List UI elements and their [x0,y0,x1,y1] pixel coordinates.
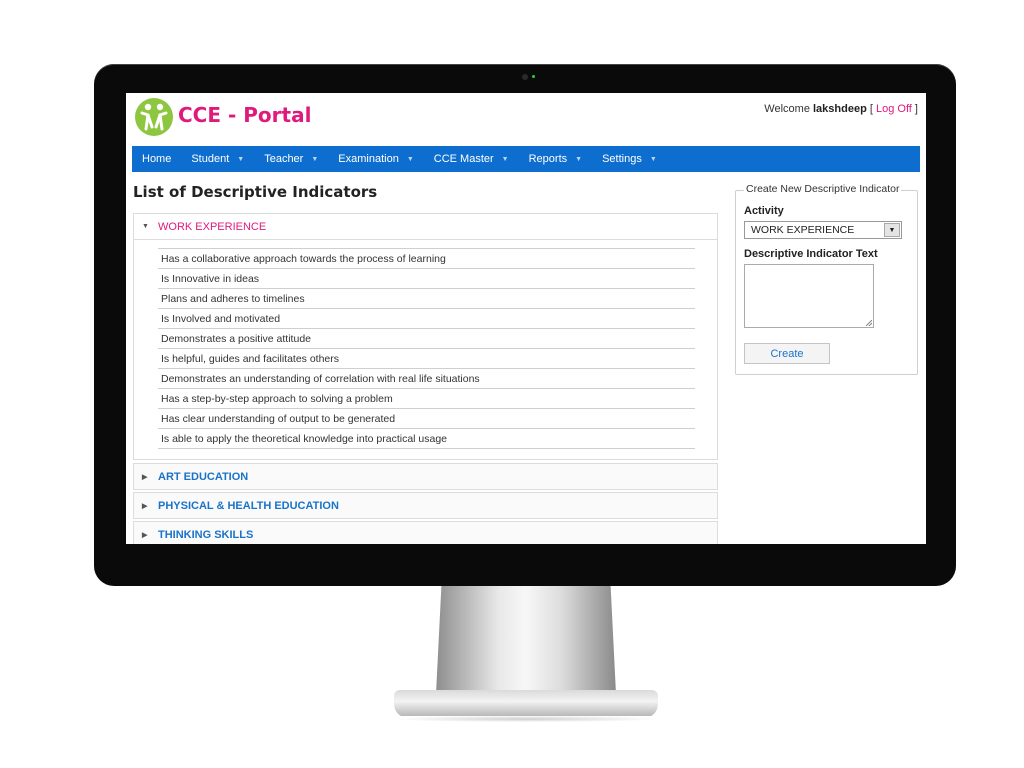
caret-down-icon: ▼ [575,155,583,163]
nav-cce-master-label: CCE Master [433,153,494,165]
panel-legend: Create New Descriptive Indicator [744,183,902,195]
nav-settings-label: Settings [602,153,642,165]
logo-suffix: Portal [243,103,312,127]
section-label: THINKING SKILLS [158,528,254,541]
list-item: Demonstrates an understanding of correla… [158,369,695,389]
section-thinking-skills-header[interactable]: ▶ THINKING SKILLS [133,521,718,544]
list-item: Has clear understanding of output to be … [158,409,695,429]
triangle-right-icon: ▶ [142,473,148,481]
caret-down-icon: ▼ [237,155,245,163]
activity-label: Activity [744,205,784,217]
list-item: Is helpful, guides and facilitates other… [158,349,695,369]
camera-icon [522,74,528,80]
nav-student[interactable]: Student ▼ [181,146,254,172]
list-item: Has a step-by-step approach to solving a… [158,389,695,409]
caret-down-icon: ▼ [311,155,319,163]
triangle-right-icon: ▶ [142,531,148,539]
indicator-text-input[interactable] [744,264,874,328]
nav-examination-label: Examination [338,153,399,165]
nav-examination[interactable]: Examination ▼ [328,146,423,172]
section-work-experience-header[interactable]: ▼ WORK EXPERIENCE [133,213,718,240]
list-item: Has a collaborative approach towards the… [158,249,695,269]
list-item: Plans and adheres to timelines [158,289,695,309]
activity-accordion: ▼ WORK EXPERIENCE Has a collaborative ap… [133,213,718,544]
indicator-list: Has a collaborative approach towards the… [158,248,695,449]
monitor-stand [436,586,616,694]
monitor-base [394,690,658,718]
logo-prefix: CCE [178,103,222,127]
bracket-close: ] [911,103,918,115]
section-label: ART EDUCATION [158,470,249,483]
list-item: Is able to apply the theoretical knowled… [158,429,695,449]
screen: CCE - Portal Welcome lakshdeep [ Log Off… [126,93,926,544]
nav-home[interactable]: Home [132,146,181,172]
section-label: WORK EXPERIENCE [158,220,267,233]
username: lakshdeep [813,103,867,115]
create-indicator-panel: Create New Descriptive Indicator Activit… [735,183,918,375]
cce-logo-icon [135,98,173,136]
logo-separator: - [221,103,244,127]
nav-teacher[interactable]: Teacher ▼ [254,146,328,172]
main-nav: Home Student ▼ Teacher ▼ Examination ▼ C… [132,146,920,172]
section-work-experience-body: Has a collaborative approach towards the… [133,240,718,460]
welcome-bar: Welcome lakshdeep [ Log Off ] [764,103,918,115]
list-item: Is Involved and motivated [158,309,695,329]
nav-home-label: Home [142,153,172,165]
nav-cce-master[interactable]: CCE Master ▼ [424,146,519,172]
log-off-link[interactable]: Log Off [876,103,912,115]
nav-student-label: Student [191,153,230,165]
dropdown-arrow-icon[interactable]: ▼ [884,223,900,237]
create-button[interactable]: Create [744,343,830,364]
section-art-education-header[interactable]: ▶ ART EDUCATION [133,463,718,490]
section-physical-health-education-header[interactable]: ▶ PHYSICAL & HEALTH EDUCATION [133,492,718,519]
nav-teacher-label: Teacher [264,153,304,165]
triangle-right-icon: ▶ [142,502,148,510]
triangle-down-icon: ▼ [142,223,149,230]
activity-select[interactable]: WORK EXPERIENCE ▼ [744,221,902,239]
indicator-text-label: Descriptive Indicator Text [744,248,878,260]
list-item: Demonstrates a positive attitude [158,329,695,349]
app-logo-text: CCE - Portal [178,103,311,127]
caret-down-icon: ▼ [406,155,414,163]
resize-grip-icon[interactable] [866,320,872,326]
page-title: List of Descriptive Indicators [133,183,378,201]
camera-led-icon [532,75,535,78]
caret-down-icon: ▼ [501,155,509,163]
nav-reports[interactable]: Reports ▼ [519,146,592,172]
welcome-prefix: Welcome [764,103,813,115]
list-item: Is Innovative in ideas [158,269,695,289]
nav-reports-label: Reports [528,153,568,165]
section-label: PHYSICAL & HEALTH EDUCATION [158,499,339,512]
activity-select-value: WORK EXPERIENCE [751,224,855,236]
bracket-open: [ [866,103,876,115]
caret-down-icon: ▼ [649,155,657,163]
nav-settings[interactable]: Settings ▼ [592,146,667,172]
monitor-shadow [400,716,652,722]
